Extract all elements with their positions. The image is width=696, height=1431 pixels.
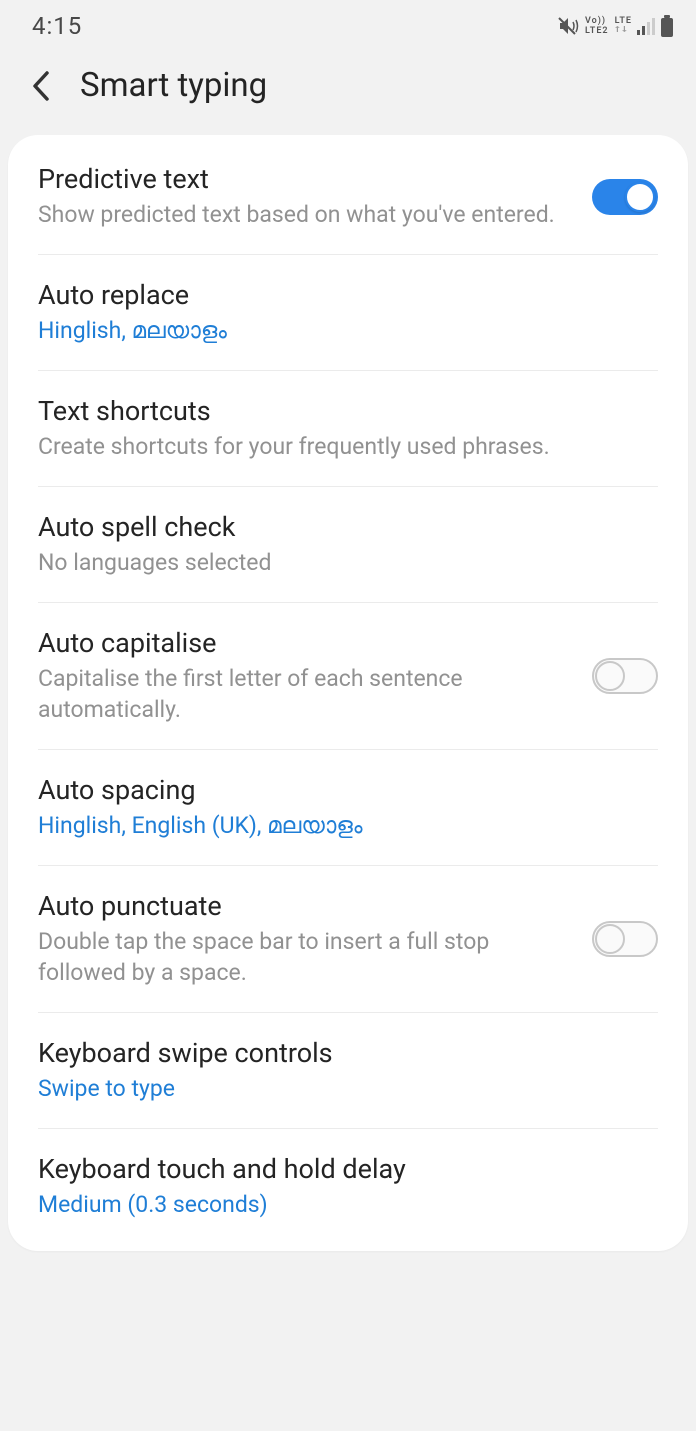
volte-label: Vo)) LTE2 xyxy=(585,16,609,36)
row-auto-spell-check[interactable]: Auto spell check No languages selected xyxy=(8,487,688,602)
row-auto-replace[interactable]: Auto replace Hinglish, മലയാളം xyxy=(8,255,688,370)
row-title: Text shortcuts xyxy=(38,395,658,427)
row-subtitle: Hinglish, മലയാളം xyxy=(38,315,658,346)
header: Smart typing xyxy=(0,48,696,135)
row-title: Auto replace xyxy=(38,279,658,311)
row-predictive-text[interactable]: Predictive text Show predicted text base… xyxy=(8,135,688,254)
predictive-text-toggle[interactable] xyxy=(592,179,658,215)
auto-punctuate-toggle[interactable] xyxy=(592,921,658,957)
signal-icon xyxy=(636,17,656,35)
row-title: Keyboard swipe controls xyxy=(38,1037,658,1069)
row-auto-punctuate[interactable]: Auto punctuate Double tap the space bar … xyxy=(8,866,688,1012)
row-auto-spacing[interactable]: Auto spacing Hinglish, English (UK), മലയ… xyxy=(8,750,688,865)
row-title: Auto spacing xyxy=(38,774,658,806)
data-arrows-icon xyxy=(615,26,629,36)
row-subtitle: Swipe to type xyxy=(38,1073,658,1104)
back-button[interactable] xyxy=(30,69,52,103)
back-icon xyxy=(30,69,52,103)
row-subtitle: Medium (0.3 seconds) xyxy=(38,1189,658,1220)
battery-icon xyxy=(660,15,674,37)
row-text-shortcuts[interactable]: Text shortcuts Create shortcuts for your… xyxy=(8,371,688,486)
row-auto-capitalise[interactable]: Auto capitalise Capitalise the first let… xyxy=(8,603,688,749)
page-title: Smart typing xyxy=(80,66,267,105)
status-bar: 4:15 Vo)) LTE2 LTE xyxy=(0,0,696,48)
row-subtitle: Capitalise the first letter of each sent… xyxy=(38,663,572,725)
row-hold-delay[interactable]: Keyboard touch and hold delay Medium (0.… xyxy=(8,1129,688,1250)
lte-label: LTE xyxy=(615,16,632,36)
row-subtitle: Double tap the space bar to insert a ful… xyxy=(38,926,572,988)
settings-card: Predictive text Show predicted text base… xyxy=(8,135,688,1251)
vibrate-mute-icon xyxy=(557,16,579,36)
row-subtitle: Hinglish, English (UK), മലയാളം xyxy=(38,810,658,841)
row-title: Predictive text xyxy=(38,163,572,195)
row-title: Auto punctuate xyxy=(38,890,572,922)
row-keyboard-swipe[interactable]: Keyboard swipe controls Swipe to type xyxy=(8,1013,688,1128)
status-icons: Vo)) LTE2 LTE xyxy=(557,15,674,37)
row-title: Keyboard touch and hold delay xyxy=(38,1153,658,1185)
row-title: Auto capitalise xyxy=(38,627,572,659)
row-title: Auto spell check xyxy=(38,511,658,543)
row-subtitle: Show predicted text based on what you've… xyxy=(38,199,572,230)
auto-capitalise-toggle[interactable] xyxy=(592,658,658,694)
status-time: 4:15 xyxy=(32,12,82,40)
row-subtitle: Create shortcuts for your frequently use… xyxy=(38,431,658,462)
row-subtitle: No languages selected xyxy=(38,547,658,578)
